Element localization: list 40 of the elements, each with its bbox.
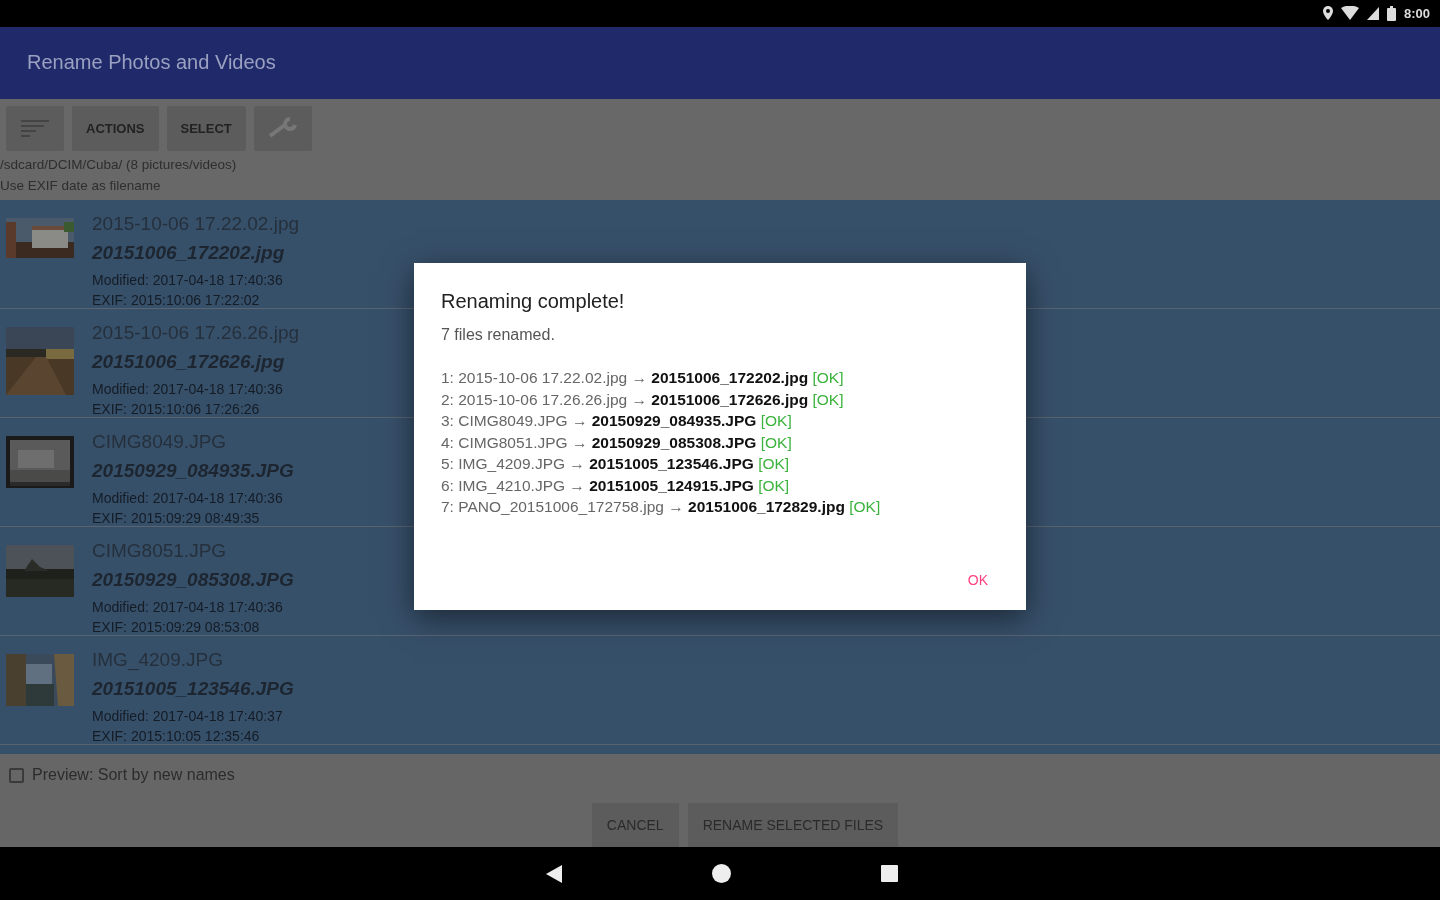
new-filename: 20151006_172202.jpg xyxy=(92,240,286,265)
dialog-message: 7 files renamed. xyxy=(441,325,556,345)
rename-result-line: 7: PANO_20151006_172758.jpg → 20151006_172829.jpg [OK] xyxy=(441,497,882,517)
rename-result-line: 6: IMG_4210.JPG → 20151005_124915.JPG [OK] xyxy=(441,475,791,496)
exif-date: EXIF: 2015:10:06 17:26:26 xyxy=(92,399,261,419)
home-icon[interactable] xyxy=(711,864,731,884)
modified-date: Modified: 2017-04-18 17:40:36 xyxy=(92,488,284,508)
wifi-icon xyxy=(1340,6,1359,21)
recents-icon[interactable] xyxy=(880,865,898,883)
rename-mode: Use EXIF date as filename xyxy=(0,176,162,195)
modified-date: Modified: 2017-04-18 17:40:37 xyxy=(92,706,284,726)
toolbar-button[interactable]: SELECT xyxy=(166,105,246,151)
exif-date: EXIF: 2015:10:06 17:22:02 xyxy=(92,290,261,310)
exif-date: EXIF: 2015:10:05 12:35:46 xyxy=(92,726,261,746)
exif-date: EXIF: 2015:09:29 08:53:08 xyxy=(92,617,261,637)
new-filename: 20150929_085308.JPG xyxy=(92,567,294,592)
modified-date: Modified: 2017-04-18 17:40:36 xyxy=(92,270,284,290)
rename-result-line: 1: 2015-10-06 17.22.02.jpg → 20151006_172202.jpg [OK] xyxy=(441,368,845,388)
new-filename: 20151006_172626.jpg xyxy=(92,349,286,374)
folder-path: /sdcard/DCIM/Cuba/ (8 pictures/videos) xyxy=(0,155,238,174)
battery-icon xyxy=(1386,5,1396,21)
sort-icon xyxy=(20,118,50,139)
rename-result-line: 4: CIMG8051.JPG → 20150929_085308.JPG [OK] xyxy=(441,432,793,453)
modified-date: Modified: 2017-04-18 17:40:36 xyxy=(92,597,284,617)
ok-button[interactable]: OK xyxy=(955,564,1000,596)
clock: 8:00 xyxy=(1403,5,1430,21)
location-icon xyxy=(1322,6,1333,21)
new-filename: 20150929_084935.JPG xyxy=(92,458,294,483)
signal-icon xyxy=(1366,6,1379,20)
rename-result-line: 5: IMG_4209.JPG → 20151005_123546.JPG [OK] xyxy=(441,454,791,474)
exif-date: EXIF: 2015:09:29 08:49:35 xyxy=(92,508,261,528)
new-filename: 20151005_123546.JPG xyxy=(92,676,294,701)
checkbox-label: Preview: Sort by new names xyxy=(32,766,235,785)
toolbar-button[interactable]: ACTIONS xyxy=(72,105,159,151)
checkbox[interactable] xyxy=(9,767,24,783)
rename-result-line: 3: CIMG8049.JPG → 20150929_084935.JPG [OK] xyxy=(441,411,793,431)
back-icon[interactable] xyxy=(545,864,562,883)
rename-result-line: 2: 2015-10-06 17.26.26.jpg → 20151006_172626.jpg [OK] xyxy=(441,389,845,410)
modified-date: Modified: 2017-04-18 17:40:36 xyxy=(92,379,284,399)
app-title: Rename Photos and Videos xyxy=(27,51,276,75)
